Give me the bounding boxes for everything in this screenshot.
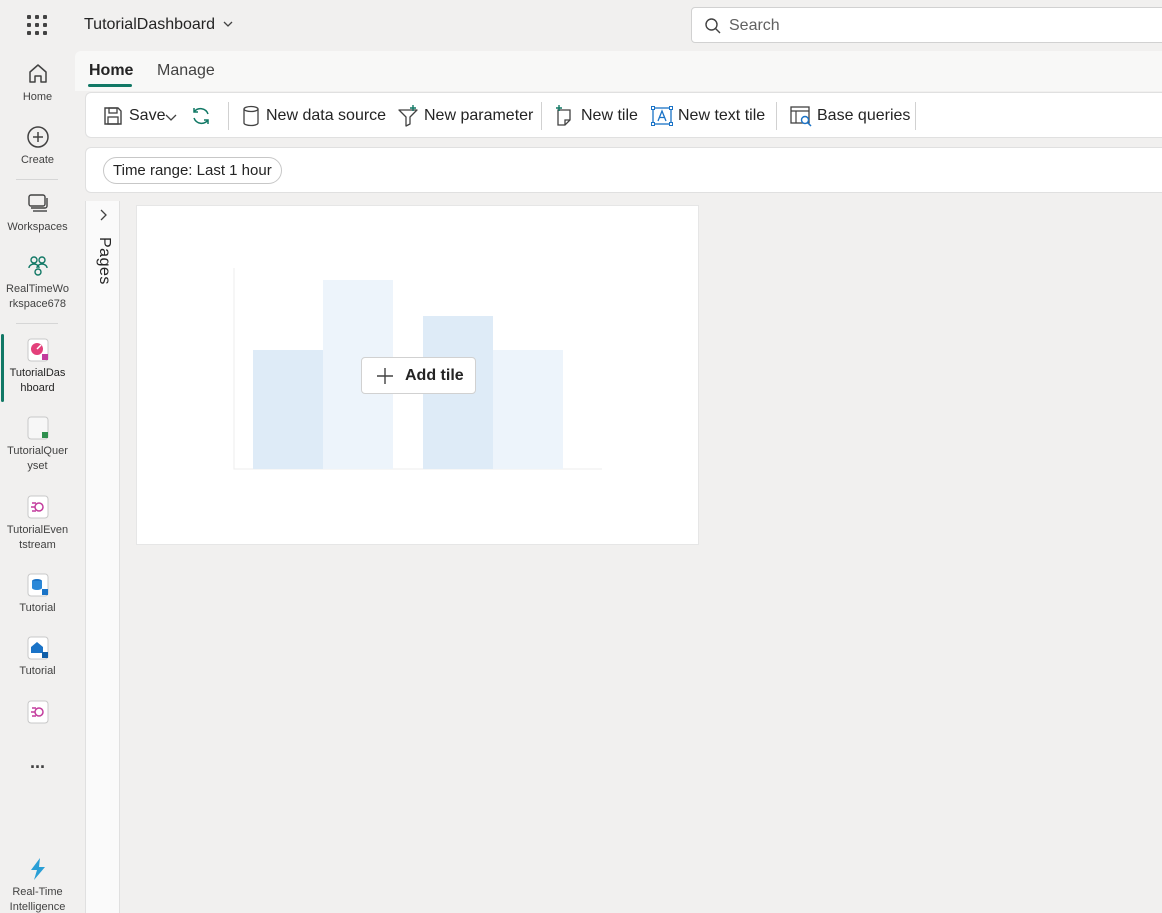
rail-item-workspaces[interactable]: Workspaces bbox=[0, 191, 75, 235]
rail-item-eventstream[interactable]: TutorialEven tstream bbox=[0, 494, 75, 553]
more-icon[interactable]: ... bbox=[0, 753, 75, 771]
real-time-intelligence-icon bbox=[30, 858, 45, 880]
rail-label-tutorial-2: Tutorial bbox=[19, 665, 56, 677]
refresh-button[interactable] bbox=[189, 105, 213, 129]
new-text-tile-label: New text tile bbox=[678, 107, 766, 124]
data-source-icon bbox=[243, 105, 259, 127]
new-tile-label: New tile bbox=[581, 107, 638, 124]
dashboard-icon bbox=[27, 338, 48, 362]
toolbar: Save New data source New parameter New t… bbox=[85, 92, 1162, 138]
rail-label-tutorial-1: Tutorial bbox=[19, 602, 56, 614]
rail-item-queryset[interactable]: TutorialQuer yset bbox=[0, 415, 75, 474]
workspace-icon bbox=[27, 256, 48, 276]
rail-item-tutorial-db[interactable]: Tutorial bbox=[0, 572, 75, 616]
search-box[interactable]: Search bbox=[691, 7, 1162, 43]
tab-underline bbox=[88, 84, 132, 87]
rail-label-workspace: RealTimeWo rkspace678 bbox=[6, 283, 69, 310]
rail-label-workspaces: Workspaces bbox=[7, 221, 68, 233]
eventstream-icon bbox=[27, 495, 48, 519]
new-data-source-button[interactable]: New data source bbox=[241, 105, 386, 129]
tab-manage[interactable]: Manage bbox=[157, 62, 215, 80]
pages-toggle[interactable]: Pages bbox=[91, 237, 115, 297]
rail-label-home: Home bbox=[22, 91, 53, 103]
queryset-icon bbox=[27, 416, 48, 440]
home-icon bbox=[28, 64, 47, 83]
pages-label: Pages bbox=[96, 237, 113, 285]
search-input[interactable]: Search bbox=[729, 17, 780, 35]
base-queries-icon bbox=[790, 106, 812, 127]
rail-item-tutorial-eh[interactable]: Tutorial bbox=[0, 635, 75, 679]
search-icon bbox=[705, 18, 721, 34]
chevron-down-icon[interactable] bbox=[221, 17, 235, 31]
time-range-pill[interactable]: Time range: Last 1 hour bbox=[103, 157, 282, 184]
toolbar-divider bbox=[228, 102, 229, 130]
new-parameter-button[interactable]: New parameter bbox=[397, 105, 534, 129]
rail-label-dashboard: TutorialDas hboard bbox=[9, 367, 66, 394]
base-queries-label: Base queries bbox=[817, 107, 911, 124]
eventhouse-icon bbox=[27, 636, 48, 660]
toolbar-divider bbox=[776, 102, 777, 130]
main-area: Home Manage Save New data source New par… bbox=[75, 51, 1162, 913]
refresh-icon bbox=[193, 108, 209, 124]
toolbar-divider bbox=[541, 102, 542, 130]
chevron-down-icon[interactable] bbox=[164, 110, 178, 124]
save-icon bbox=[104, 107, 122, 125]
left-nav-rail: Home Create Workspaces RealTimeWo rkspac… bbox=[0, 51, 75, 913]
rail-item-create[interactable]: Create bbox=[0, 124, 75, 168]
app-title[interactable]: TutorialDashboard bbox=[84, 16, 215, 34]
save-label: Save bbox=[129, 107, 166, 124]
top-bar: TutorialDashboard Search bbox=[0, 0, 1162, 51]
database-icon bbox=[27, 573, 48, 597]
create-icon bbox=[26, 126, 49, 148]
add-tile-button[interactable]: Add tile bbox=[361, 357, 476, 394]
waffle-icon[interactable] bbox=[26, 14, 48, 36]
new-tile-icon bbox=[556, 105, 571, 126]
time-range-value: Last 1 hour bbox=[196, 162, 272, 179]
chevron-right-icon[interactable] bbox=[95, 207, 111, 223]
base-queries-button[interactable]: Base queries bbox=[790, 105, 910, 129]
tab-home[interactable]: Home bbox=[89, 62, 133, 80]
filter-bar: Time range: Last 1 hour bbox=[85, 147, 1162, 193]
pages-pane: Pages bbox=[85, 201, 120, 913]
workspaces-icon bbox=[27, 194, 48, 212]
save-button[interactable]: Save bbox=[102, 105, 180, 129]
new-text-tile-button[interactable]: New text tile bbox=[651, 105, 769, 129]
rail-item-dashboard[interactable]: TutorialDas hboard bbox=[0, 337, 75, 396]
add-tile-label: Add tile bbox=[405, 367, 464, 384]
rail-label-eventstream: TutorialEven tstream bbox=[6, 524, 69, 551]
time-range-label: Time range: bbox=[113, 162, 193, 179]
rail-divider bbox=[16, 323, 58, 324]
text-tile-icon bbox=[651, 106, 673, 126]
empty-dashboard-tile: Add tile bbox=[136, 205, 699, 545]
rail-item-real-time-intelligence[interactable]: Real-Time Intelligence bbox=[0, 856, 75, 913]
parameter-icon bbox=[398, 105, 418, 127]
new-data-source-label: New data source bbox=[266, 107, 387, 124]
new-parameter-label: New parameter bbox=[424, 107, 534, 124]
rail-divider bbox=[16, 179, 58, 180]
rail-label-queryset: TutorialQuer yset bbox=[7, 445, 68, 472]
new-tile-button[interactable]: New tile bbox=[554, 105, 639, 129]
rail-label-rti: Real-Time Intelligence bbox=[9, 886, 66, 913]
add-icon bbox=[377, 368, 393, 384]
rail-item-workspace[interactable]: RealTimeWo rkspace678 bbox=[0, 253, 75, 312]
toolbar-divider bbox=[915, 102, 916, 130]
rail-item-home[interactable]: Home bbox=[0, 61, 75, 105]
rail-label-create: Create bbox=[20, 154, 55, 166]
eventstream-icon bbox=[27, 700, 48, 724]
ribbon-tabs: Home Manage bbox=[75, 51, 1162, 91]
rail-item-eventstream-2[interactable] bbox=[0, 699, 75, 728]
